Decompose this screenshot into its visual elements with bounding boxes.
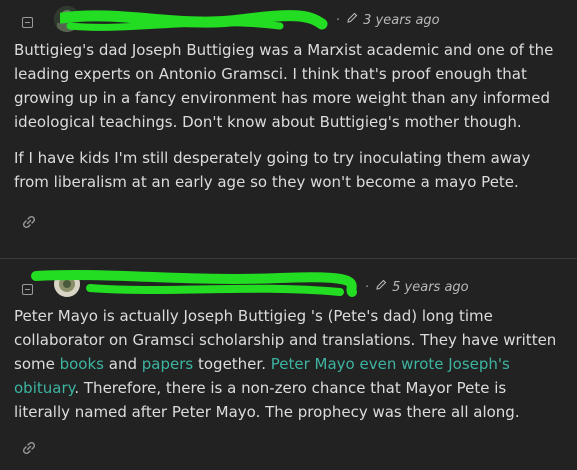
comment-paragraph: Peter Mayo is actually Joseph Buttigieg … xyxy=(14,304,562,424)
separator-dot: · xyxy=(336,12,341,28)
pencil-icon xyxy=(346,12,358,28)
comment-meta: · 3 years ago xyxy=(336,12,440,28)
comment-divider xyxy=(0,258,577,259)
comment-body: Peter Mayo is actually Joseph Buttigieg … xyxy=(14,304,562,436)
collapse-icon[interactable] xyxy=(22,16,33,28)
link-icon[interactable] xyxy=(21,440,37,456)
text-segment: and xyxy=(104,355,142,373)
text-segment: . Therefore, there is a non-zero chance … xyxy=(14,379,520,421)
papers-link[interactable]: papers xyxy=(142,355,193,373)
redaction-mark xyxy=(60,10,328,31)
link-icon[interactable] xyxy=(21,214,37,230)
comment-meta: · 5 years ago xyxy=(365,279,469,295)
separator-dot: · xyxy=(365,279,370,295)
books-link[interactable]: books xyxy=(60,355,104,373)
timestamp[interactable]: 3 years ago xyxy=(363,13,439,28)
timestamp[interactable]: 5 years ago xyxy=(392,280,468,295)
pencil-icon xyxy=(375,279,387,295)
redaction-mark xyxy=(31,270,357,297)
comment-paragraph: If I have kids I'm still desperately goi… xyxy=(14,149,531,191)
comment-paragraph: Buttigieg's dad Joseph Buttigieg was a M… xyxy=(14,41,554,131)
comment-body: Buttigieg's dad Joseph Buttigieg was a M… xyxy=(14,38,562,206)
comment-2: · 5 years ago Peter Mayo is actually Jos… xyxy=(0,262,577,470)
comment-1: · 3 years ago Buttigieg's dad Joseph But… xyxy=(0,0,577,258)
text-segment: together. xyxy=(193,355,271,373)
comment-header xyxy=(22,10,51,34)
